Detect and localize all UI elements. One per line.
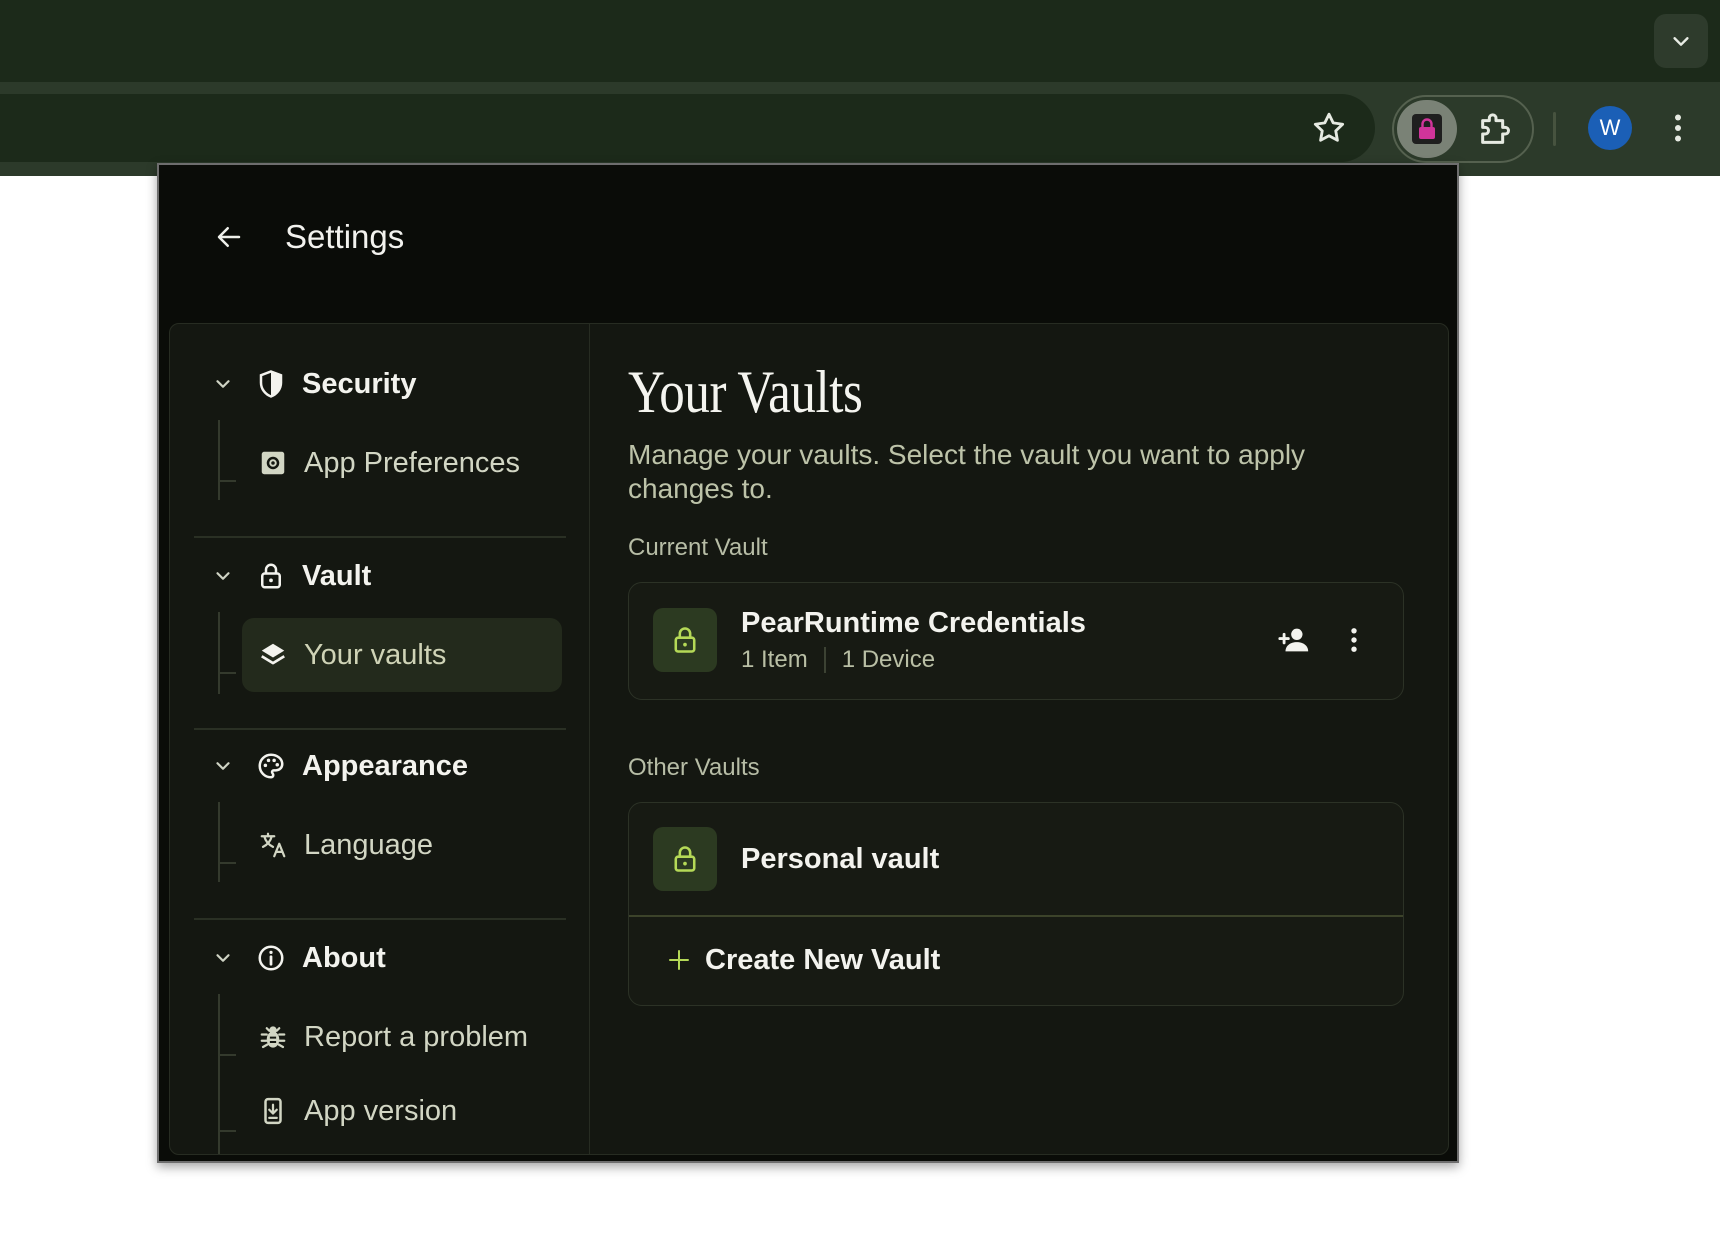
toolbar-divider [1553, 112, 1556, 146]
popup-header: Settings [159, 165, 1457, 325]
sidebar-group-about: About Report a problem App version [194, 920, 566, 1154]
page-title: Settings [285, 218, 405, 255]
extensions-group [1392, 95, 1534, 163]
palette-icon [258, 753, 284, 779]
tree-tick [218, 480, 236, 482]
plus-icon [669, 950, 689, 970]
tree-line [218, 420, 220, 500]
sidebar-item-app-version[interactable]: App version [242, 1074, 562, 1148]
sidebar-group-vault: Vault Your vaults [194, 538, 566, 730]
lock-icon [674, 627, 696, 653]
sidebar-item-report-problem[interactable]: Report a problem [242, 1000, 562, 1074]
chevron-down-icon [216, 572, 230, 580]
current-vault-card[interactable]: PearRuntime Credentials 1 Item 1 Device [628, 582, 1404, 700]
sidebar-group-label: Security [302, 367, 417, 400]
chevron-down-icon [216, 954, 230, 962]
sidebar-group-appearance: Appearance Language [194, 730, 566, 920]
sidebar-group-security: Security App Preferences [194, 348, 566, 538]
sidebar-group-vault-header[interactable]: Vault [194, 550, 566, 602]
arrow-left-icon [217, 227, 241, 247]
chevron-down-icon [216, 762, 230, 770]
tree-line [218, 802, 220, 882]
browser-tabstrip [0, 0, 1720, 82]
current-vault-label: Current Vault [628, 534, 768, 561]
sidebar-group-label: About [302, 941, 386, 974]
section-description: Manage your vaults. Select the vault you… [628, 439, 1306, 504]
vault-device-count: 1 Device [841, 646, 936, 673]
vault-item-count: 1 Item [741, 646, 808, 673]
tree-line [218, 612, 220, 694]
chevron-down-icon [216, 380, 230, 388]
pearpass-extension-button[interactable] [1397, 100, 1457, 158]
other-vaults-label: Other Vaults [628, 754, 760, 781]
meta-divider [823, 647, 826, 673]
other-vaults-card: Personal vault Create New Vault [628, 802, 1404, 1006]
sidebar-item-label: App Preferences [304, 446, 521, 479]
bug-icon [260, 1026, 286, 1049]
browser-toolbar: W [0, 82, 1720, 176]
sidebar-group-appearance-header[interactable]: Appearance [194, 740, 566, 792]
sidebar-item-label: Your vaults [304, 638, 447, 671]
sidebar-group-security-header[interactable]: Security [194, 358, 566, 410]
back-button[interactable] [209, 217, 249, 257]
more-options-icon[interactable] [1337, 623, 1371, 657]
bookmark-star-icon[interactable] [1311, 110, 1347, 146]
settings-sidebar: Security App Preferences Vault Your vaul… [170, 324, 590, 1154]
sidebar-item-your-vaults[interactable]: Your vaults [242, 618, 562, 692]
vault-lock-badge [653, 608, 717, 672]
avatar-letter: W [1599, 115, 1621, 140]
sidebar-item-label: App version [304, 1094, 458, 1127]
chevron-down-icon [1673, 37, 1689, 46]
vault-row-personal[interactable]: Personal vault [629, 803, 1403, 915]
browser-menu-icon[interactable] [1660, 108, 1696, 148]
sidebar-item-label: Language [304, 828, 434, 861]
lock-icon [1419, 118, 1435, 139]
tree-tick [218, 1130, 236, 1132]
address-bar[interactable] [0, 94, 1375, 162]
tree-tick [218, 672, 236, 674]
sidebar-item-app-preferences[interactable]: App Preferences [242, 426, 562, 500]
tree-tick [218, 1054, 236, 1056]
tab-search-button[interactable] [1654, 14, 1708, 68]
lock-icon [674, 846, 696, 872]
sidebar-group-label: Appearance [302, 749, 469, 782]
create-vault-label: Create New Vault [705, 943, 941, 976]
add-user-icon[interactable] [1277, 623, 1311, 657]
vault-row-current[interactable]: PearRuntime Credentials 1 Item 1 Device [629, 583, 1403, 697]
lock-icon [261, 563, 281, 589]
gear-box-icon [261, 451, 285, 475]
vault-lock-badge [653, 827, 717, 891]
shield-icon [259, 370, 283, 398]
tree-tick [218, 862, 236, 864]
layers-icon [261, 643, 285, 665]
vault-info: PearRuntime Credentials 1 Item 1 Device [741, 606, 1086, 674]
section-title: Your Vaults [628, 359, 863, 425]
vault-name: Personal vault [741, 843, 940, 875]
translate-icon [260, 832, 286, 858]
extension-popup: Settings Security App Preferences Vault … [157, 163, 1459, 1163]
vault-actions [1277, 623, 1371, 657]
sidebar-item-language[interactable]: Language [242, 808, 562, 882]
vault-meta: 1 Item 1 Device [741, 646, 1086, 674]
sidebar-group-about-header[interactable]: About [194, 932, 566, 984]
sidebar-item-label: Report a problem [304, 1020, 529, 1053]
settings-panel: Security App Preferences Vault Your vaul… [169, 323, 1449, 1155]
vault-info: Personal vault [741, 842, 939, 876]
vault-name: PearRuntime Credentials [741, 607, 1086, 639]
create-new-vault-button[interactable]: Create New Vault [629, 917, 1403, 1003]
vaults-content: Your Vaults Manage your vaults. Select t… [628, 324, 1408, 1154]
puzzle-icon[interactable] [1476, 109, 1516, 149]
sidebar-group-label: Vault [302, 559, 372, 592]
profile-avatar[interactable]: W [1588, 106, 1632, 150]
info-icon [258, 945, 284, 971]
phone-download-icon [264, 1097, 282, 1125]
